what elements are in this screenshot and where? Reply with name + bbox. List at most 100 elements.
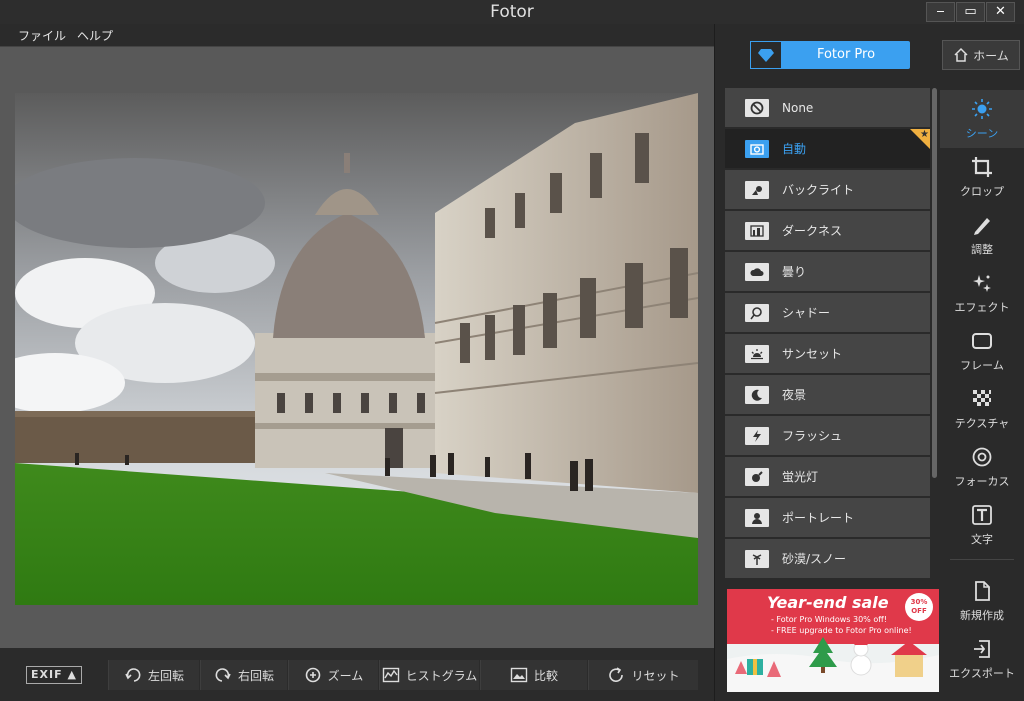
compare-label: 比較: [533, 668, 558, 683]
histogram-button[interactable]: ヒストグラム: [379, 660, 479, 690]
scene-item-none[interactable]: None: [725, 88, 930, 128]
export-icon: [974, 639, 990, 658]
menu-help[interactable]: ヘルプ: [77, 27, 113, 44]
scene-list-scrollbar[interactable]: [932, 88, 937, 478]
tool-crop[interactable]: クロップ: [940, 148, 1024, 206]
tool-label: テクスチャ: [954, 416, 1010, 430]
histogram-label: ヒストグラム: [405, 668, 478, 683]
new-project-button[interactable]: 新規作成: [940, 572, 1024, 630]
crop-icon: [972, 156, 992, 177]
tool-label: シーン: [965, 126, 999, 140]
fotor-pro-button[interactable]: Fotor Pro: [750, 41, 910, 69]
scene-item-portrait[interactable]: ポートレート: [725, 498, 930, 538]
scene-label: ポートレート: [782, 511, 855, 525]
none-icon: [745, 98, 769, 117]
compare-button[interactable]: 比較: [480, 660, 587, 690]
rotate-right-icon: [215, 668, 231, 682]
rotate-left-label: 左回転: [147, 668, 184, 683]
rotate-left-button[interactable]: 左回転: [108, 660, 199, 690]
rotate-left-icon: [125, 668, 141, 682]
tool-frame[interactable]: フレーム: [940, 322, 1024, 380]
tool-focus[interactable]: フォーカス: [940, 438, 1024, 496]
cloud-icon: [745, 262, 769, 281]
rotate-right-button[interactable]: 右回転: [200, 660, 287, 690]
sale-line-1: - Fotor Pro Windows 30% off!: [771, 615, 887, 624]
tool-label: クロップ: [960, 184, 1004, 198]
zoom-icon: [305, 667, 320, 683]
discount-badge: 30% OFF: [905, 593, 933, 621]
reset-icon: [609, 667, 624, 682]
bottom-toolbar: EXIF ▲ 左回転 右回転 ズーム ヒストグラム 比較 リセット: [0, 648, 714, 701]
maximize-button[interactable]: ▭: [956, 2, 985, 22]
tool-label: 文字: [971, 532, 993, 546]
scene-item-backlight[interactable]: バックライト: [725, 170, 930, 210]
scene-label: サンセット: [782, 347, 843, 361]
tool-label: フレーム: [960, 358, 1004, 372]
scene-item-cloudy[interactable]: 曇り: [725, 252, 930, 292]
minimize-button[interactable]: ‒: [926, 2, 955, 22]
export-label: エクスポート: [949, 666, 1015, 680]
scene-label: 夜景: [782, 388, 807, 402]
scene-list: None 自動 ★ バックライト ダークネス 曇り シャドー サンセット 夜景 …: [725, 88, 930, 583]
flash-icon: [745, 426, 769, 445]
frame-icon: [972, 332, 992, 349]
sale-line-2: - FREE upgrade to Fotor Pro online!: [771, 626, 912, 635]
tool-texture[interactable]: テクスチャ: [940, 380, 1024, 438]
discount-badge-off: OFF: [911, 607, 927, 615]
scene-item-auto[interactable]: 自動 ★: [725, 129, 930, 169]
scene-item-shadow[interactable]: シャドー: [725, 293, 930, 333]
scene-item-night[interactable]: 夜景: [725, 375, 930, 415]
tool-separator: [950, 559, 1014, 560]
scene-item-darkness[interactable]: ダークネス: [725, 211, 930, 251]
close-button[interactable]: ✕: [986, 2, 1015, 22]
rotate-right-label: 右回転: [237, 668, 274, 683]
home-label: ホーム: [973, 48, 1009, 63]
title-bar: Fotor ‒ ▭ ✕: [0, 0, 1024, 24]
scene-item-flash[interactable]: フラッシュ: [725, 416, 930, 456]
exif-button[interactable]: EXIF ▲: [26, 666, 82, 684]
home-icon: [954, 47, 968, 62]
scene-label: None: [782, 100, 814, 115]
menu-bar: ファイル ヘルプ: [0, 24, 714, 46]
scene-label: 蛍光灯: [782, 470, 819, 484]
shadow-icon: [745, 303, 769, 322]
text-icon: [972, 504, 992, 525]
scene-label: フラッシュ: [782, 429, 843, 443]
scene-label: 自動: [782, 142, 807, 156]
scene-panel: Fotor Pro None 自動 ★ バックライト ダークネス 曇り シャドー: [714, 24, 940, 701]
scene-icon: [972, 98, 992, 119]
scene-item-desert-snow[interactable]: 砂漠/スノー: [725, 539, 930, 579]
zoom-label: ズーム: [327, 668, 364, 683]
reset-button[interactable]: リセット: [588, 660, 698, 690]
menu-file[interactable]: ファイル: [18, 27, 66, 44]
backlight-icon: [745, 180, 769, 199]
scene-label: ダークネス: [782, 224, 843, 238]
home-button[interactable]: ホーム: [942, 40, 1020, 70]
reset-label: リセット: [631, 668, 680, 683]
tool-effect[interactable]: エフェクト: [940, 264, 1024, 322]
scene-item-fluorescent[interactable]: 蛍光灯: [725, 457, 930, 497]
camera-icon: [745, 139, 769, 158]
desert-snow-icon: [745, 549, 769, 568]
discount-badge-percent: 30%: [910, 598, 928, 606]
zoom-button[interactable]: ズーム: [288, 660, 378, 690]
scene-label: バックライト: [782, 183, 855, 197]
scene-label: シャドー: [782, 306, 831, 320]
sunset-icon: [745, 344, 769, 363]
tool-adjust[interactable]: 調整: [940, 206, 1024, 264]
export-button[interactable]: エクスポート: [940, 630, 1024, 688]
focus-icon: [972, 447, 992, 466]
diamond-icon: [750, 41, 782, 69]
darkness-icon: [745, 221, 769, 240]
photo-preview[interactable]: [15, 93, 698, 605]
scene-label: 砂漠/スノー: [782, 552, 847, 566]
tool-label: 調整: [971, 242, 993, 256]
year-end-sale-banner[interactable]: Year-end sale - Fotor Pro Windows 30% of…: [727, 589, 939, 692]
scene-item-sunset[interactable]: サンセット: [725, 334, 930, 374]
sale-headline: Year-end sale: [767, 593, 889, 612]
fluorescent-icon: [745, 467, 769, 486]
tool-text[interactable]: 文字: [940, 496, 1024, 554]
texture-icon: [973, 389, 991, 406]
tool-scene[interactable]: シーン: [940, 90, 1024, 148]
scene-label: 曇り: [782, 265, 807, 279]
